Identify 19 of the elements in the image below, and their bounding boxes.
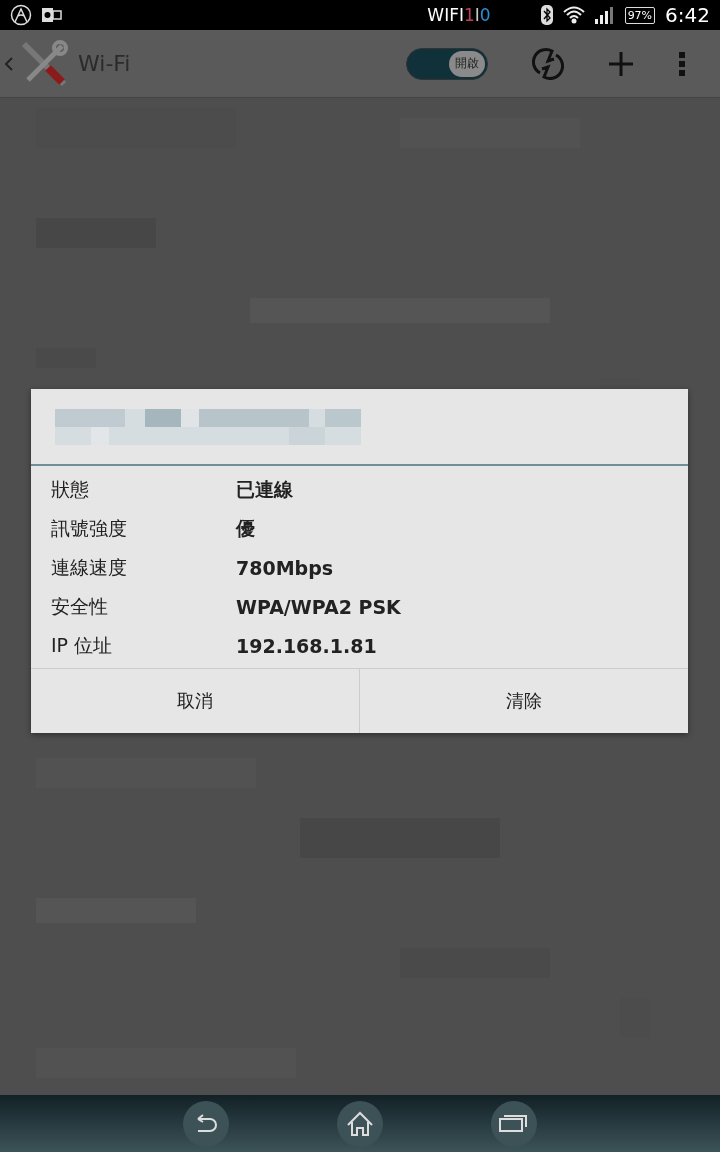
add-icon[interactable] — [608, 50, 634, 77]
more-icon[interactable] — [678, 50, 686, 77]
back-icon[interactable] — [4, 55, 14, 72]
wifi-toggle[interactable]: 開啟 — [406, 47, 488, 80]
wifi-icon — [562, 5, 585, 25]
network-mark: 0 — [479, 5, 491, 25]
battery-level: 97% — [624, 6, 656, 24]
network-mark: 1 — [463, 5, 475, 25]
back-button[interactable] — [182, 1100, 230, 1147]
clock: 6:42 — [665, 3, 710, 27]
recents-button[interactable] — [490, 1100, 538, 1147]
network-label: WIFI — [427, 5, 464, 25]
bluetooth-icon — [540, 5, 553, 25]
refresh-icon[interactable] — [532, 46, 564, 81]
app-icon — [10, 4, 32, 26]
mail-icon — [42, 6, 62, 24]
network-mark: I — [474, 5, 480, 25]
home-button[interactable] — [336, 1100, 384, 1147]
signal-icon — [594, 6, 615, 24]
